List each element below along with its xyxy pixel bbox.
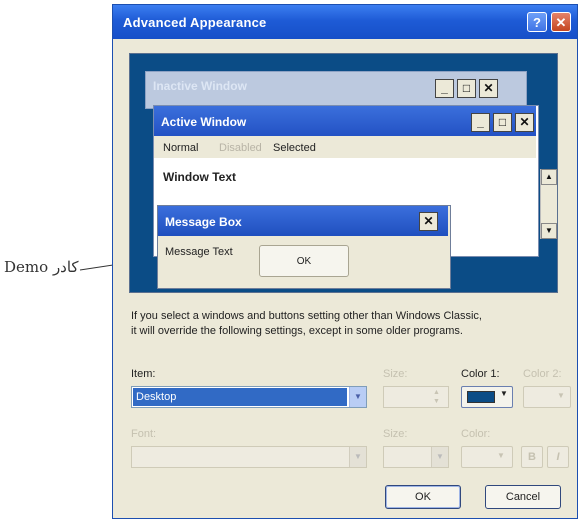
- message-box-ok-button[interactable]: OK: [259, 245, 349, 277]
- active-close-icon: ✕: [515, 113, 534, 132]
- demo-annotation-label: کادر Demo: [4, 258, 79, 276]
- dialog-titlebar[interactable]: Advanced Appearance ? ✕: [113, 5, 577, 39]
- item-label: Item:: [131, 368, 156, 380]
- font-color-chevron-icon[interactable]: ▼: [497, 451, 505, 460]
- active-minimize-icon: _: [471, 113, 490, 132]
- message-box-text[interactable]: Message Text: [165, 246, 233, 258]
- size-label: Size:: [383, 368, 408, 380]
- font-dropdown[interactable]: [131, 446, 367, 468]
- window-text-sample[interactable]: Window Text: [163, 170, 236, 184]
- active-maximize-icon: □: [493, 113, 512, 132]
- color2-label: Color 2:: [523, 368, 562, 380]
- close-button[interactable]: ✕: [551, 12, 571, 32]
- cancel-button[interactable]: Cancel: [485, 485, 561, 509]
- menu-item-normal[interactable]: Normal: [163, 142, 198, 154]
- color1-chevron-icon[interactable]: ▼: [500, 389, 508, 398]
- menu-item-selected[interactable]: Selected: [273, 142, 316, 154]
- italic-button[interactable]: I: [547, 446, 569, 468]
- inactive-close-icon: ✕: [479, 79, 498, 98]
- inactive-minimize-icon: _: [435, 79, 454, 98]
- info-text-line-2: it will override the following settings,…: [131, 325, 463, 337]
- preview-menubar: [154, 136, 536, 158]
- active-window-title[interactable]: Active Window: [161, 115, 246, 129]
- inactive-maximize-icon: □: [457, 79, 476, 98]
- message-box-title[interactable]: Message Box: [165, 215, 242, 229]
- advanced-appearance-dialog: Advanced Appearance ? ✕ Inactive Window …: [112, 4, 578, 519]
- dialog-title: Advanced Appearance: [123, 15, 267, 30]
- color2-chevron-icon[interactable]: ▼: [557, 391, 565, 400]
- font-size-chevron-icon[interactable]: ▼: [431, 447, 448, 467]
- bold-button[interactable]: B: [521, 446, 543, 468]
- menu-item-disabled[interactable]: Disabled: [219, 142, 262, 154]
- inactive-window-title[interactable]: Inactive Window: [153, 79, 247, 93]
- size-spinner-arrows-icon[interactable]: ▲ ▼: [433, 388, 440, 406]
- font-label: Font:: [131, 428, 157, 440]
- font-size-label: Size:: [383, 428, 408, 440]
- font-dropdown-chevron-icon[interactable]: ▼: [349, 447, 366, 467]
- message-box-close-icon: ✕: [419, 212, 438, 231]
- color1-label: Color 1:: [461, 368, 500, 380]
- color1-swatch[interactable]: [467, 391, 495, 403]
- font-color-picker-button[interactable]: [461, 446, 513, 468]
- ok-button[interactable]: OK: [385, 485, 461, 509]
- info-text-line-1: If you select a windows and buttons sett…: [131, 310, 482, 322]
- help-button[interactable]: ?: [527, 12, 547, 32]
- font-color-label: Color:: [461, 428, 491, 440]
- item-dropdown-value[interactable]: Desktop: [133, 388, 347, 406]
- scroll-down-icon: ▼: [541, 223, 557, 239]
- scroll-up-icon: ▲: [541, 169, 557, 185]
- item-dropdown-chevron-icon[interactable]: ▼: [349, 387, 366, 407]
